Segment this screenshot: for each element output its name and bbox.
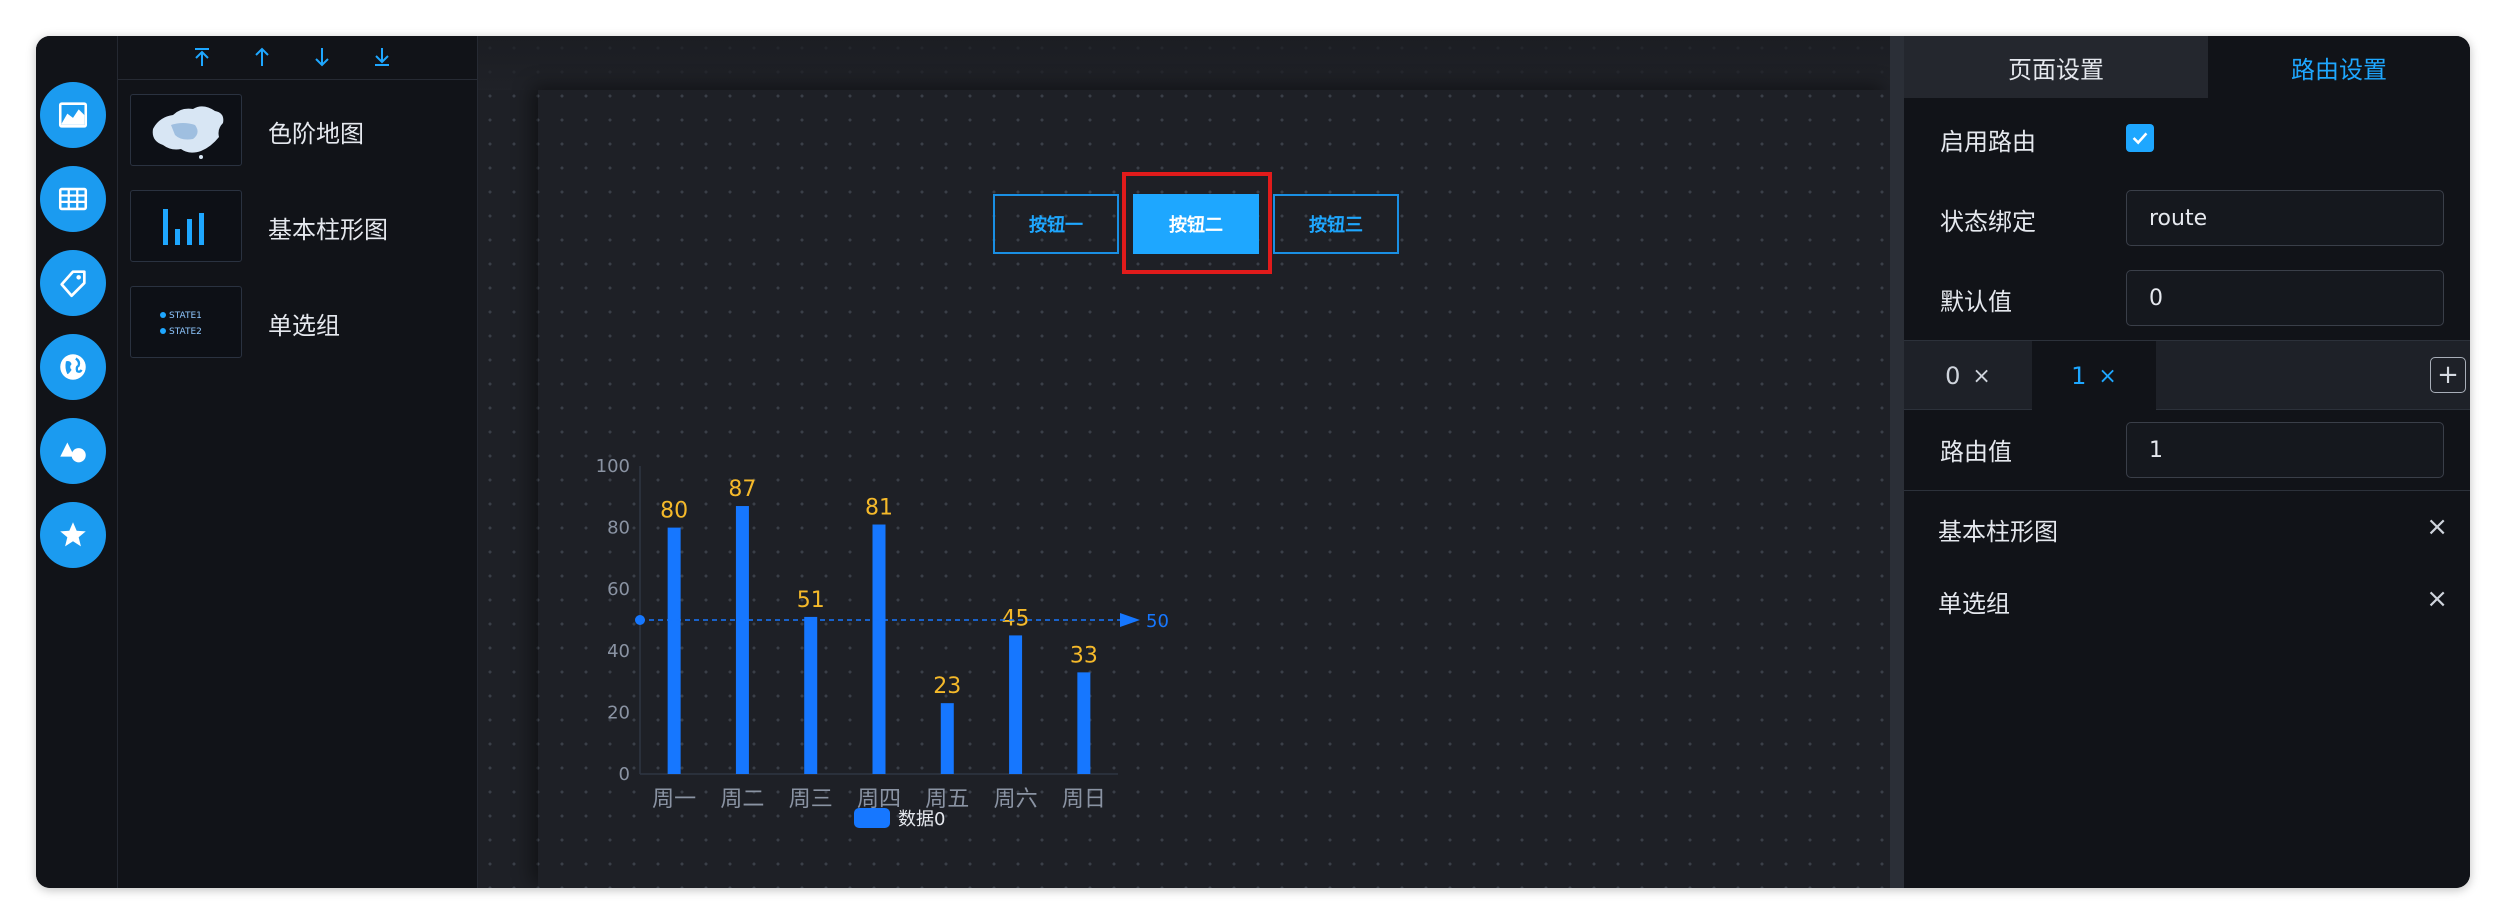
data-label: 51 — [797, 588, 825, 613]
legend-label: 数据0 — [898, 809, 945, 830]
component-item-bar-chart[interactable]: 基本柱形图 — [130, 190, 470, 264]
markline-arrow — [1120, 613, 1140, 627]
route-button-2[interactable]: 按钮二 — [1133, 194, 1259, 254]
star-icon[interactable] — [40, 502, 106, 568]
area-chart-icon[interactable] — [40, 82, 106, 148]
component-label: 单选组 — [268, 312, 340, 340]
component-list-panel: 色阶地图 基本柱形图 STATE1 STATE2 单选组 — [118, 36, 478, 888]
close-icon[interactable]: × — [2426, 584, 2448, 614]
y-tick-label: 80 — [607, 518, 630, 539]
route-tab-label: 1 — [2071, 362, 2087, 390]
y-tick-label: 100 — [596, 456, 630, 477]
x-tick-label: 周二 — [720, 787, 764, 812]
bar — [667, 527, 681, 774]
tab-page-settings[interactable]: 页面设置 — [1904, 36, 2208, 98]
legend-swatch — [854, 808, 890, 828]
globe-icon[interactable] — [40, 334, 106, 400]
move-bottom-icon[interactable] — [364, 40, 400, 74]
canvas-scrollbar[interactable] — [1890, 36, 1904, 888]
x-tick-label: 周六 — [994, 787, 1038, 812]
data-label: 80 — [660, 499, 688, 524]
y-tick-label: 20 — [607, 702, 630, 723]
route-tabs: 0 × 1 × + — [1904, 340, 2470, 411]
check-icon — [2132, 132, 2148, 145]
bar — [804, 616, 818, 774]
svg-text:STATE1: STATE1 — [169, 311, 202, 321]
route-tab-label: 0 — [1945, 362, 1961, 390]
x-tick-label: 周三 — [789, 787, 833, 812]
data-label: 23 — [933, 674, 961, 699]
move-up-icon[interactable] — [244, 40, 280, 74]
component-label: 基本柱形图 — [268, 216, 388, 244]
data-label: 33 — [1070, 643, 1098, 668]
bound-component-item: 单选组 × — [1938, 584, 2448, 619]
settings-panel: 页面设置 路由设置 启用路由 状态绑定 route 默认值 0 0 × 1 × … — [1904, 36, 2470, 888]
default-value-input[interactable]: 0 — [2126, 270, 2444, 326]
category-rail — [36, 36, 118, 888]
bar — [940, 703, 954, 774]
route-tab-0[interactable]: 0 × — [1904, 341, 2032, 411]
bar — [872, 524, 886, 774]
default-value-label: 默认值 — [1940, 288, 2012, 316]
svg-text:STATE2: STATE2 — [169, 327, 202, 337]
bar-chart[interactable]: 02040608010080周一87周二51周三81周四23周五45周六33周日… — [578, 418, 1178, 858]
y-tick-label: 60 — [607, 579, 630, 600]
tag-icon[interactable] — [40, 250, 106, 316]
bar — [735, 506, 749, 774]
data-label: 87 — [728, 477, 756, 502]
close-icon[interactable]: × — [2098, 364, 2116, 389]
route-value-label: 路由值 — [1940, 438, 2012, 466]
y-tick-label: 40 — [607, 641, 630, 662]
data-label: 45 — [1002, 606, 1030, 631]
state-binding-label: 状态绑定 — [1940, 208, 2036, 236]
move-down-icon[interactable] — [304, 40, 340, 74]
component-item-heatmap-map[interactable]: 色阶地图 — [130, 94, 470, 168]
bar — [1077, 672, 1091, 774]
table-icon[interactable] — [40, 166, 106, 232]
china-map-thumbnail — [130, 94, 242, 166]
markline-start-dot — [635, 615, 645, 625]
enable-route-checkbox[interactable] — [2126, 124, 2154, 152]
add-route-button[interactable]: + — [2430, 357, 2466, 393]
bar-chart-thumbnail — [130, 190, 242, 262]
app-window: 色阶地图 基本柱形图 STATE1 STATE2 单选组 按钮一 按钮二 按钮三… — [36, 36, 2470, 888]
bound-component-label: 基本柱形图 — [1938, 518, 2058, 546]
layer-sort-toolbar — [118, 36, 478, 80]
radio-group-thumbnail: STATE1 STATE2 — [130, 286, 242, 358]
divider — [1904, 490, 2470, 491]
close-icon[interactable]: × — [1972, 364, 1990, 389]
route-value-input[interactable]: 1 — [2126, 422, 2444, 478]
tab-route-settings[interactable]: 路由设置 — [2208, 36, 2470, 98]
route-tab-1[interactable]: 1 × — [2032, 341, 2156, 411]
x-tick-label: 周日 — [1062, 787, 1106, 812]
shapes-icon[interactable] — [40, 418, 106, 484]
route-button-1[interactable]: 按钮一 — [993, 194, 1119, 254]
move-top-icon[interactable] — [184, 40, 220, 74]
x-tick-label: 周一 — [652, 787, 696, 812]
markline-label: 50 — [1146, 611, 1169, 632]
y-tick-label: 0 — [619, 764, 630, 785]
bound-component-item: 基本柱形图 × — [1938, 512, 2448, 547]
state-binding-input[interactable]: route — [2126, 190, 2444, 246]
enable-route-label: 启用路由 — [1940, 128, 2036, 156]
component-item-radio-group[interactable]: STATE1 STATE2 单选组 — [130, 286, 470, 360]
data-label: 81 — [865, 496, 893, 521]
route-button-3[interactable]: 按钮三 — [1273, 194, 1399, 254]
component-label: 色阶地图 — [268, 120, 364, 148]
canvas-ruler-shade — [478, 36, 1890, 90]
bound-component-label: 单选组 — [1938, 590, 2010, 618]
bar — [1009, 635, 1023, 774]
close-icon[interactable]: × — [2426, 512, 2448, 542]
